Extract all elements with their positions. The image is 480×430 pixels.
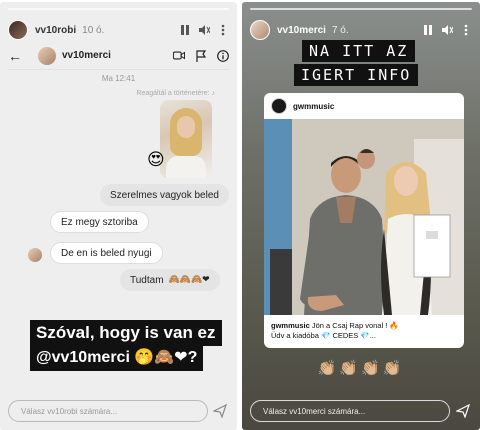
story-header: vv10merci 7 ó. [250,18,472,42]
info-icon[interactable] [217,49,229,62]
shared-story-photo[interactable] [160,100,212,178]
message-bubble-in: De en is beled nyugi [50,242,163,264]
story-right[interactable]: vv10merci 7 ó. NA ITT AZ IGERT INFO gwmm… [242,2,480,430]
dm-timestamp: Ma 12:41 [101,74,136,83]
post-avatar[interactable] [271,98,287,114]
reply-input[interactable]: Válasz vv10merci számára... [250,400,450,422]
post-caption-user[interactable]: gwmmusic [271,321,310,330]
message-text: De en is beled nyugi [61,247,152,259]
reply-input[interactable]: Válasz vv10robi számára... [8,400,208,422]
message-emojis: 🙈🙈🙈❤ [168,275,210,285]
post-caption-text: Jön a Csaj Rap vonal ! 🔥 [311,321,399,330]
story-left[interactable]: vv10robi 10 ó. ← vv10merci Ma 12:41 Reag… [0,2,237,430]
story-time: 10 ó. [82,24,105,36]
story-time: 7 ó. [331,24,349,36]
speaker-icon[interactable] [441,24,453,36]
text-sticker-line-2: IGERT INFO [294,64,419,86]
message-bubble-out: Tudtam 🙈🙈🙈❤ [120,269,220,291]
story-username[interactable]: vv10robi [35,25,76,36]
clap-emojis: 👏🏼👏🏼👏🏼👏🏼 [317,359,405,377]
send-icon[interactable] [455,403,471,419]
story-header: vv10robi 10 ó. [8,18,229,42]
post-image[interactable] [264,119,464,315]
message-text: Szerelmes vagyok beled [110,189,219,201]
sender-avatar [28,248,42,262]
message-bubble-out: Szerelmes vagyok beled [100,184,229,206]
dm-contact-avatar[interactable] [38,46,56,65]
story-progress-bar [250,8,472,10]
dm-contact-name[interactable]: vv10merci [62,50,111,61]
story-username[interactable]: vv10merci [277,25,326,36]
more-icon[interactable] [217,24,229,36]
message-bubble-in: Ez megy sztoriba [50,211,149,233]
speaker-icon[interactable] [198,24,210,36]
dm-header: ← vv10merci [8,42,229,70]
back-arrow-icon[interactable]: ← [8,48,28,64]
pause-icon[interactable] [422,24,434,36]
caption-line-2: @vv10merci 🤭🙈❤? [30,345,204,371]
post-username[interactable]: gwmmusic [293,102,334,111]
reaction-note: Reagáltál a történetére: ♪ [136,90,215,97]
post-header: gwmmusic [264,93,464,119]
pause-icon[interactable] [179,24,191,36]
video-icon[interactable] [173,50,185,62]
text-sticker-line-1: NA ITT AZ [302,40,416,62]
message-text: Ez megy sztoriba [61,216,138,228]
avatar[interactable] [8,20,28,40]
caption-line-1: Szóval, hogy is van ez [30,320,222,346]
post-caption: gwmmusic Jön a Csaj Rap vonal ! 🔥 Üdv a … [271,321,457,341]
more-icon[interactable] [460,24,472,36]
flag-icon[interactable] [195,49,207,62]
post-caption-line2: Üdv a kiadóba 💎 CEDES 💎... [271,331,376,340]
shared-post-card[interactable]: gwmmusic gwmmusic Jön a Csaj Rap vonal !… [264,93,464,348]
message-text: Tudtam [130,274,164,286]
send-icon[interactable] [212,403,228,419]
avatar[interactable] [250,20,270,40]
story-progress-bar [8,8,229,10]
reaction-emoji: 😍 [147,150,165,170]
